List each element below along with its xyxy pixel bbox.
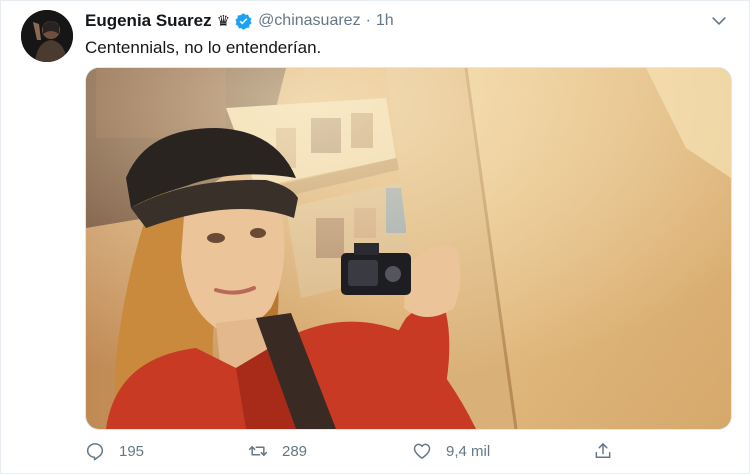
username-handle[interactable]: @chinasuarez [258, 12, 361, 30]
heart-icon [413, 443, 431, 459]
tweet-text: Centennials, no lo entenderían. [85, 38, 322, 57]
reply-icon [86, 443, 104, 461]
display-name[interactable]: Eugenia Suarez [85, 11, 212, 31]
separator-dot: · [365, 12, 371, 29]
share-icon [595, 443, 611, 458]
verified-badge-icon [235, 12, 252, 30]
retweet-button[interactable]: 289 [248, 439, 307, 463]
retweet-count: 289 [282, 442, 308, 460]
retweet-icon [248, 446, 268, 456]
tweet-header: Eugenia Suarez ♛ @chinasuarez · 1h [85, 10, 394, 32]
timestamp[interactable]: 1h [376, 12, 394, 30]
like-count: 9,4 mil [446, 442, 491, 460]
share-button[interactable] [593, 439, 627, 463]
tweet-photo[interactable] [85, 67, 732, 430]
like-button[interactable]: 9,4 mil [412, 439, 490, 463]
tweet-actions: 195 289 9,4 mil [85, 439, 630, 463]
reply-button[interactable]: 195 [85, 439, 144, 463]
avatar-image [21, 10, 73, 62]
crown-icon: ♛ [216, 13, 231, 30]
selfie-photo [86, 68, 731, 429]
avatar[interactable] [21, 10, 73, 62]
chevron-down-icon[interactable] [709, 11, 729, 31]
reply-count: 195 [119, 442, 145, 460]
tweet-card[interactable]: Eugenia Suarez ♛ @chinasuarez · 1h Cente… [0, 0, 750, 474]
